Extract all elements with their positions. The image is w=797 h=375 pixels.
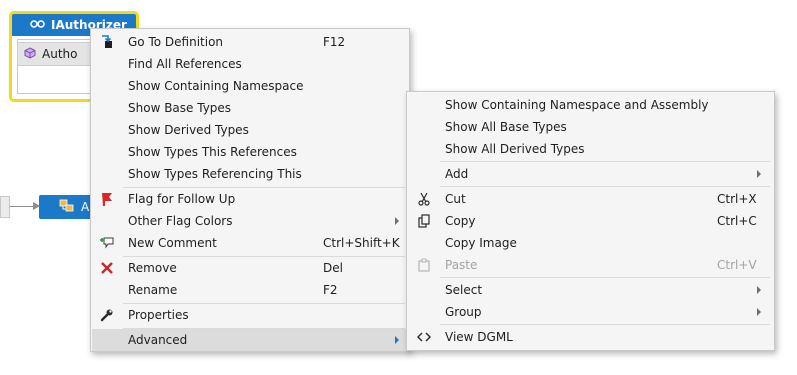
submenu-arrow-icon [757,170,761,178]
menu-item-properties[interactable]: Properties [92,304,408,326]
menu-item-label: Properties [128,308,189,322]
menu-separator [440,186,770,187]
menu-item-label: Paste [445,258,478,272]
menu-item-show-base-types[interactable]: Show Base Types [92,97,408,119]
menu-item-find-all-references[interactable]: Find All References [92,53,408,75]
menu-item-shortcut: F2 [323,283,338,297]
menu-item-label: Show All Derived Types [445,142,585,156]
menu-item-label: Show Types This References [128,145,297,159]
member-label: Autho [42,47,78,61]
menu-item-show-derived-types[interactable]: Show Derived Types [92,119,408,141]
submenu-arrow-icon [757,308,761,316]
member-icon [24,46,36,62]
menu-item-label: Show Derived Types [128,123,249,137]
menu-item-show-types-this-references[interactable]: Show Types This References [92,141,408,163]
menu-item-label: View DGML [445,330,513,344]
copy-icon [410,210,438,232]
advanced-submenu: Show Containing Namespace and Assembly S… [406,91,775,351]
menu-item-label: Select [445,283,483,297]
menu-item-label: Cut [445,192,466,206]
menu-item-new-comment[interactable]: New Comment Ctrl+Shift+K [92,232,408,254]
submenu-item-add[interactable]: Add [408,163,773,185]
menu-item-label: Show Containing Namespace and Assembly [445,98,709,112]
code-icon [410,326,438,348]
submenu-item-show-containing-namespace-and-assembly[interactable]: Show Containing Namespace and Assembly [408,94,773,116]
menu-item-label: Other Flag Colors [128,214,233,228]
scissors-icon [410,188,438,210]
context-menu: Go To Definition F12 Find All References… [90,28,410,352]
menu-item-label: Copy [445,214,476,228]
submenu-item-copy-image[interactable]: Copy Image [408,232,773,254]
submenu-item-group[interactable]: Group [408,301,773,323]
menu-item-label: Remove [128,261,177,275]
menu-item-label: Go To Definition [128,35,224,49]
submenu-arrow-icon [757,286,761,294]
menu-item-flag-for-follow-up[interactable]: Flag for Follow Up [92,188,408,210]
submenu-item-show-all-derived-types[interactable]: Show All Derived Types [408,138,773,160]
menu-item-label: Advanced [128,333,188,347]
menu-separator [440,161,770,162]
menu-item-label: Show All Base Types [445,120,567,134]
menu-item-label: Rename [128,283,178,297]
menu-item-advanced[interactable]: Advanced [92,329,408,351]
go-to-definition-icon [93,31,121,53]
clipboard-icon [410,254,438,276]
menu-item-shortcut: Ctrl+V [717,258,757,272]
submenu-item-show-all-base-types[interactable]: Show All Base Types [408,116,773,138]
stub-node[interactable] [0,196,10,218]
menu-item-shortcut: Ctrl+Shift+K [323,236,400,250]
menu-item-remove[interactable]: Remove Del [92,257,408,279]
class-icon [59,199,75,216]
menu-item-other-flag-colors[interactable]: Other Flag Colors [92,210,408,232]
submenu-item-select[interactable]: Select [408,279,773,301]
menu-item-shortcut: F12 [323,35,346,49]
menu-item-show-containing-namespace[interactable]: Show Containing Namespace [92,75,408,97]
menu-separator [440,277,770,278]
submenu-arrow-icon [395,336,399,344]
wrench-icon [93,304,121,326]
menu-item-label: Group [445,305,482,319]
menu-item-show-types-referencing-this[interactable]: Show Types Referencing This [92,163,408,185]
class-node-label: A [81,200,90,214]
submenu-item-cut[interactable]: Cut Ctrl+X [408,188,773,210]
menu-item-label: Show Base Types [128,101,232,115]
submenu-item-view-dgml[interactable]: View DGML [408,326,773,348]
flag-icon [93,188,121,210]
submenu-item-paste: Paste Ctrl+V [408,254,773,276]
menu-item-shortcut: Del [323,261,343,275]
submenu-arrow-icon [395,217,399,225]
menu-item-label: Find All References [128,57,242,71]
comment-icon [93,232,121,254]
menu-item-label: Show Types Referencing This [128,167,302,181]
submenu-item-copy[interactable]: Copy Ctrl+C [408,210,773,232]
menu-item-label: Copy Image [445,236,517,250]
menu-item-shortcut: Ctrl+C [717,214,757,228]
menu-item-shortcut: Ctrl+X [717,192,757,206]
menu-item-go-to-definition[interactable]: Go To Definition F12 [92,31,408,53]
menu-item-label: New Comment [128,236,217,250]
menu-item-rename[interactable]: Rename F2 [92,279,408,301]
menu-separator [440,324,770,325]
menu-item-label: Add [445,167,469,181]
remove-icon [93,257,121,279]
menu-item-label: Show Containing Namespace [128,79,304,93]
menu-item-label: Flag for Follow Up [128,192,236,206]
interface-icon [30,18,46,32]
